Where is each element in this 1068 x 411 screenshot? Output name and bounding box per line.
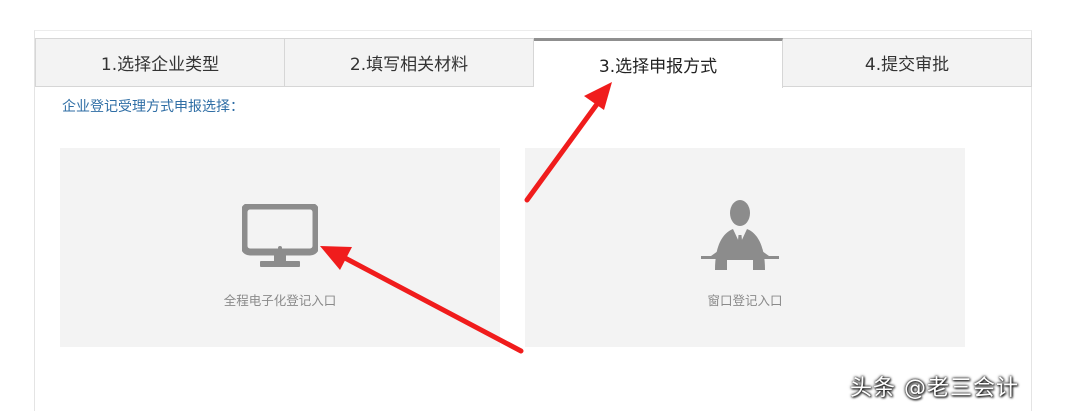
tab-step-3[interactable]: 3.选择申报方式 — [534, 38, 783, 88]
online-registration-entry[interactable]: 全程电子化登记入口 — [60, 148, 500, 347]
tab-step-1[interactable]: 1.选择企业类型 — [35, 38, 285, 87]
tab-step-4[interactable]: 4.提交审批 — [783, 38, 1032, 87]
tab-step-2[interactable]: 2.填写相关材料 — [285, 38, 534, 87]
window-registration-entry[interactable]: 窗口登记入口 — [525, 148, 965, 347]
filing-method-prompt: 企业登记受理方式申报选择： — [62, 99, 244, 115]
window-registration-label: 窗口登记入口 — [707, 293, 783, 308]
monitor-icon — [242, 204, 318, 267]
person-icon — [701, 200, 779, 272]
step-tabs: 1.选择企业类型 2.填写相关材料 3.选择申报方式 4.提交审批 — [35, 38, 1032, 88]
watermark-text: 头条 @老三会计 — [850, 376, 1019, 401]
online-registration-label: 全程电子化登记入口 — [223, 293, 337, 308]
